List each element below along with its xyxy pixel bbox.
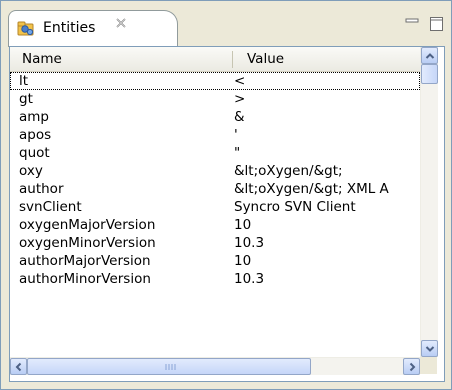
entity-name: oxygenMinorVersion — [19, 235, 156, 251]
chevron-right-icon — [409, 362, 416, 372]
view-tab-bar: Entities — [2, 2, 450, 47]
tab-title: Entities — [43, 20, 96, 36]
minimize-icon[interactable] — [404, 16, 420, 32]
scroll-right-button[interactable] — [403, 358, 420, 375]
column-header-name[interactable]: Name — [22, 47, 62, 71]
entity-name: oxy — [19, 163, 43, 179]
entity-name: apos — [19, 127, 52, 143]
entity-value: ' — [234, 127, 238, 143]
entity-name: author — [19, 181, 64, 197]
table-row[interactable]: gt > — [10, 90, 420, 108]
entity-value: Syncro SVN Client — [234, 199, 356, 215]
entity-value: &lt;oXygen/&gt; — [234, 163, 343, 179]
table-row[interactable]: apos ' — [10, 126, 420, 144]
table-row[interactable]: oxygenMajorVersion 10 — [10, 216, 420, 234]
scrollbar-corner — [420, 357, 437, 374]
entity-value: < — [234, 73, 246, 89]
entity-value: & — [234, 109, 245, 125]
vertical-scroll-thumb[interactable] — [421, 64, 438, 84]
scroll-down-button[interactable] — [421, 340, 438, 357]
scroll-up-button[interactable] — [421, 47, 438, 64]
entity-value: > — [234, 91, 246, 107]
entity-value: &lt;oXygen/&gt; XML A — [234, 181, 389, 197]
column-divider[interactable] — [232, 51, 233, 68]
entity-value: " — [234, 145, 241, 161]
table-row[interactable]: oxygenMinorVersion 10.3 — [10, 234, 420, 252]
table-row[interactable]: oxy &lt;oXygen/&gt; — [10, 162, 420, 180]
table-row[interactable]: authorMajorVersion 10 — [10, 252, 420, 270]
table-body: lt < gt > amp & apos ' quot " oxy &lt;oX… — [10, 72, 420, 357]
horizontal-scroll-thumb[interactable] — [27, 358, 311, 375]
grip-icon — [165, 364, 176, 370]
entity-name: gt — [19, 91, 33, 107]
close-icon[interactable] — [113, 16, 129, 32]
chevron-down-icon — [425, 346, 435, 352]
entity-name: oxygenMajorVersion — [19, 217, 156, 233]
tab-entities[interactable]: Entities — [8, 10, 178, 47]
table-header: Name Value — [10, 47, 420, 72]
entity-value: 10.3 — [234, 235, 265, 251]
entities-view: Entities Name Value lt < gt > amp & apos… — [0, 0, 452, 390]
table-row[interactable]: author &lt;oXygen/&gt; XML A — [10, 180, 420, 198]
table-row[interactable]: amp & — [10, 108, 420, 126]
entity-name: authorMajorVersion — [19, 253, 151, 269]
table-row[interactable]: lt < — [10, 72, 420, 90]
entity-value: 10 — [234, 253, 252, 269]
entities-view-icon — [17, 21, 37, 37]
entities-table: Name Value lt < gt > amp & apos ' quot "… — [9, 46, 445, 382]
entity-name: svnClient — [19, 199, 82, 215]
entity-name: quot — [19, 145, 50, 161]
column-header-value[interactable]: Value — [247, 47, 284, 71]
entity-name: amp — [19, 109, 49, 125]
table-row[interactable]: quot " — [10, 144, 420, 162]
entity-value: 10 — [234, 217, 252, 233]
vertical-scrollbar[interactable] — [420, 47, 438, 357]
scroll-left-button[interactable] — [10, 358, 27, 375]
table-row[interactable]: authorMinorVersion 10.3 — [10, 270, 420, 288]
maximize-icon[interactable] — [429, 16, 445, 32]
entity-value: 10.3 — [234, 271, 265, 287]
table-row[interactable]: svnClient Syncro SVN Client — [10, 198, 420, 216]
entity-name: authorMinorVersion — [19, 271, 151, 287]
entity-name: lt — [19, 73, 29, 89]
chevron-left-icon — [15, 362, 22, 372]
horizontal-scrollbar[interactable] — [10, 357, 420, 375]
chevron-up-icon — [425, 53, 435, 59]
